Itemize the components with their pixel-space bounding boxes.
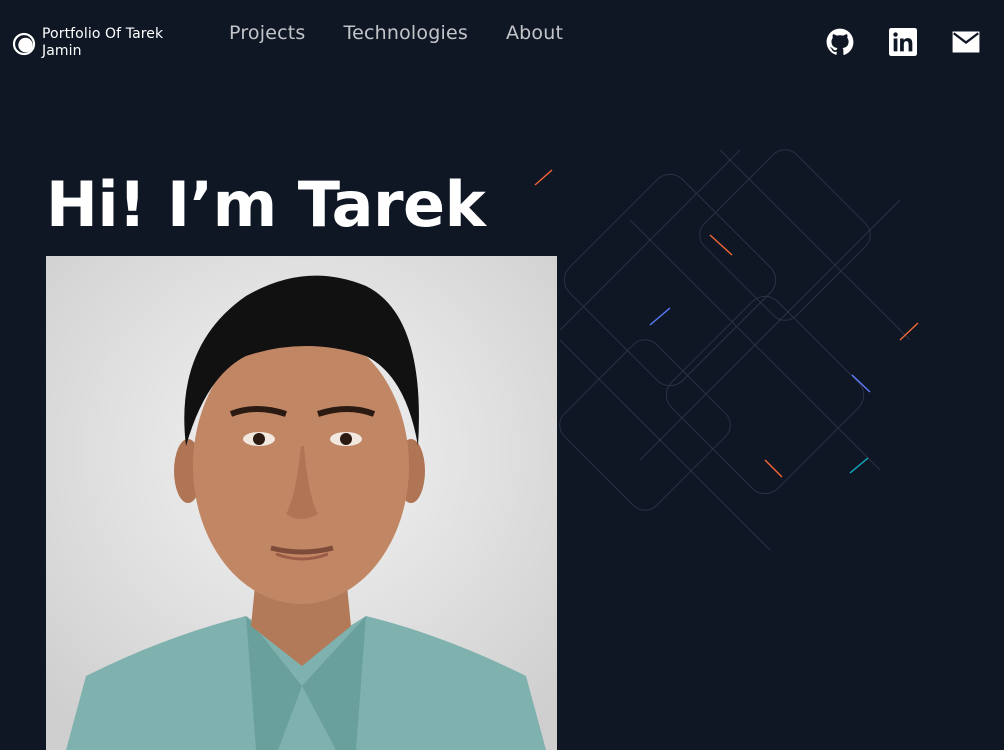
background-grid-graphic [534, 149, 919, 550]
social-links [826, 28, 980, 56]
github-link[interactable] [826, 28, 854, 56]
brand-title: Portfolio Of Tarek Jamin [42, 26, 164, 59]
linkedin-link[interactable] [889, 28, 917, 56]
main-nav: Projects Technologies About [229, 22, 563, 44]
nav-item-projects[interactable]: Projects [229, 22, 306, 44]
page: Portfolio Of Tarek Jamin Projects Techno… [0, 0, 1004, 750]
brand-link[interactable]: Portfolio Of Tarek Jamin [12, 26, 182, 60]
profile-photo [46, 256, 557, 750]
nav-item-about[interactable]: About [506, 22, 563, 44]
mail-icon [952, 31, 980, 53]
nav-item-technologies[interactable]: Technologies [344, 22, 468, 44]
mail-link[interactable] [952, 28, 980, 56]
hero-title: Hi! I’m Tarek [46, 168, 486, 241]
github-icon [826, 28, 854, 55]
linkedin-icon [889, 28, 917, 56]
circle-logo-icon [12, 32, 36, 56]
header: Portfolio Of Tarek Jamin Projects Techno… [0, 0, 1004, 80]
